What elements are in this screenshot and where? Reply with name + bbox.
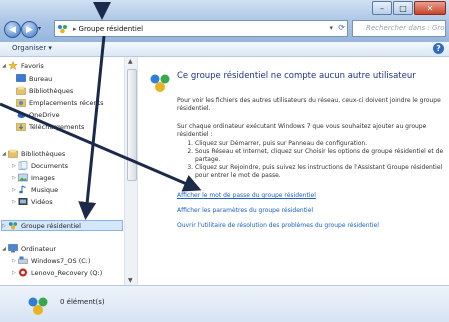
nav-drive-q[interactable]: ▷ Lenovo_Recovery (Q:) [12, 267, 102, 278]
nav-label: OneDrive [29, 110, 60, 119]
scroll-up-icon[interactable]: ▲ [128, 58, 133, 65]
nav-label: Lenovo_Recovery (Q:) [31, 268, 103, 277]
show-password-link[interactable]: Afficher le mot de passe du groupe résid… [177, 192, 316, 199]
explorer-window: – □ ✕ ◀ ▶ ▾ ▸ Groupe résidentiel ▾ ⟳ Rec… [0, 0, 449, 322]
nav-libraries-fav[interactable]: Bibliothèques [16, 85, 73, 96]
library-icon [16, 86, 26, 95]
computer-icon [8, 244, 18, 253]
content-pane: Ce groupe résidentiel ne compte aucun au… [139, 57, 449, 285]
maximize-button[interactable]: □ [393, 1, 413, 15]
address-dropdown-icon[interactable]: ▾ [329, 24, 333, 32]
steps-list: Cliquez sur Démarrer, puis sur Panneau d… [177, 140, 449, 180]
nav-label: Vidéos [31, 197, 53, 206]
pictures-icon [18, 173, 28, 182]
search-input[interactable]: Rechercher dans : Grou... [352, 20, 446, 37]
nav-label: Groupe résidentiel [21, 221, 81, 230]
navigation-pane: ◢ Favoris Bureau Bibliothèques Emplaceme… [0, 57, 124, 285]
nav-homegroup[interactable]: ▷ Groupe résidentiel [1, 220, 123, 231]
nav-favorites[interactable]: ◢ Favoris [2, 60, 44, 71]
downloads-icon [16, 123, 26, 131]
nav-label: Emplacements récents [29, 98, 104, 107]
documents-icon [18, 161, 28, 170]
nav-drive-c[interactable]: ▷ Windows7_OS (C:) [12, 255, 91, 266]
nav-scrollbar[interactable]: ▲ ▼ [124, 57, 138, 285]
nav-label: Musique [31, 185, 59, 194]
address-bar[interactable]: ▸ Groupe résidentiel ▾ ⟳ [54, 20, 348, 37]
help-icon[interactable]: ? [433, 43, 444, 54]
drive-icon [18, 256, 28, 264]
show-settings-link[interactable]: Afficher les paramètres du groupe réside… [177, 207, 313, 214]
troubleshooter-link[interactable]: Ouvrir l'utilitaire de résolution des pr… [177, 222, 379, 229]
close-button[interactable]: ✕ [414, 1, 446, 15]
status-bar: 0 élément(s) [0, 285, 449, 322]
nav-onedrive[interactable]: OneDrive [16, 109, 60, 120]
music-icon [19, 185, 26, 194]
nav-label: Favoris [21, 61, 44, 70]
breadcrumb-homegroup[interactable]: Groupe résidentiel [79, 25, 144, 33]
homegroup-icon [58, 24, 67, 33]
recent-places-icon [16, 99, 26, 107]
nav-label: Ordinateur [21, 244, 57, 253]
nav-desktop[interactable]: Bureau [16, 73, 52, 84]
title-bar: – □ ✕ ◀ ▶ ▾ ▸ Groupe résidentiel ▾ ⟳ Rec… [0, 0, 449, 42]
nav-libraries[interactable]: ◢ Bibliothèques [2, 148, 65, 159]
videos-icon [18, 198, 28, 205]
back-button[interactable]: ◀ [4, 21, 21, 38]
command-bar: Organiser ▾ ? [0, 42, 449, 57]
recovery-drive-icon [19, 268, 27, 277]
nav-recent-places[interactable]: Emplacements récents [16, 97, 104, 108]
page-title: Ce groupe résidentiel ne compte aucun au… [177, 71, 416, 81]
nav-label: Téléchargements [29, 122, 85, 131]
intro-text: Pour voir les fichiers des autres utilis… [177, 97, 441, 112]
nav-label: Images [31, 173, 55, 182]
nav-label: Documents [31, 161, 69, 170]
item-count: 0 élément(s) [60, 298, 105, 306]
nav-pictures[interactable]: ▷ Images [12, 172, 55, 183]
scroll-thumb[interactable] [127, 69, 137, 181]
nav-label: Windows7_OS (C:) [31, 256, 91, 265]
refresh-icon[interactable]: ⟳ [338, 23, 345, 32]
nav-videos[interactable]: ▷ Vidéos [12, 196, 53, 207]
nav-music[interactable]: ▷ Musique [12, 184, 58, 195]
organize-button[interactable]: Organiser ▾ [12, 44, 52, 52]
scroll-down-icon[interactable]: ▼ [128, 277, 133, 284]
step-item: Sous Réseau et Internet, cliquez sur Cho… [195, 148, 449, 164]
nav-label: Bibliothèques [21, 149, 66, 158]
homegroup-large-icon [150, 74, 170, 92]
homegroup-icon [8, 222, 18, 230]
step-item: Cliquez sur Démarrer, puis sur Panneau d… [195, 140, 449, 148]
recent-pages-icon[interactable]: ▾ [38, 25, 41, 32]
minimize-button[interactable]: – [372, 1, 392, 15]
nav-downloads[interactable]: Téléchargements [16, 121, 84, 132]
nav-label: Bureau [29, 74, 53, 83]
star-icon [8, 61, 18, 70]
window-controls: – □ ✕ [371, 1, 446, 15]
nav-label: Bibliothèques [29, 86, 74, 95]
desktop-icon [16, 74, 26, 82]
nav-documents[interactable]: ▷ Documents [12, 160, 68, 171]
cloud-icon [17, 112, 26, 118]
nav-computer[interactable]: ◢ Ordinateur [2, 243, 56, 254]
breadcrumb-separator-icon[interactable]: ▸ [73, 25, 77, 33]
instructions-text: Sur chaque ordinateur exécutant Windows … [177, 123, 427, 138]
step-item: Cliquez sur Rejoindre, puis suivez les i… [195, 164, 449, 180]
homegroup-status-icon [28, 297, 48, 315]
forward-button[interactable]: ▶ [21, 21, 38, 38]
library-icon [8, 149, 18, 158]
